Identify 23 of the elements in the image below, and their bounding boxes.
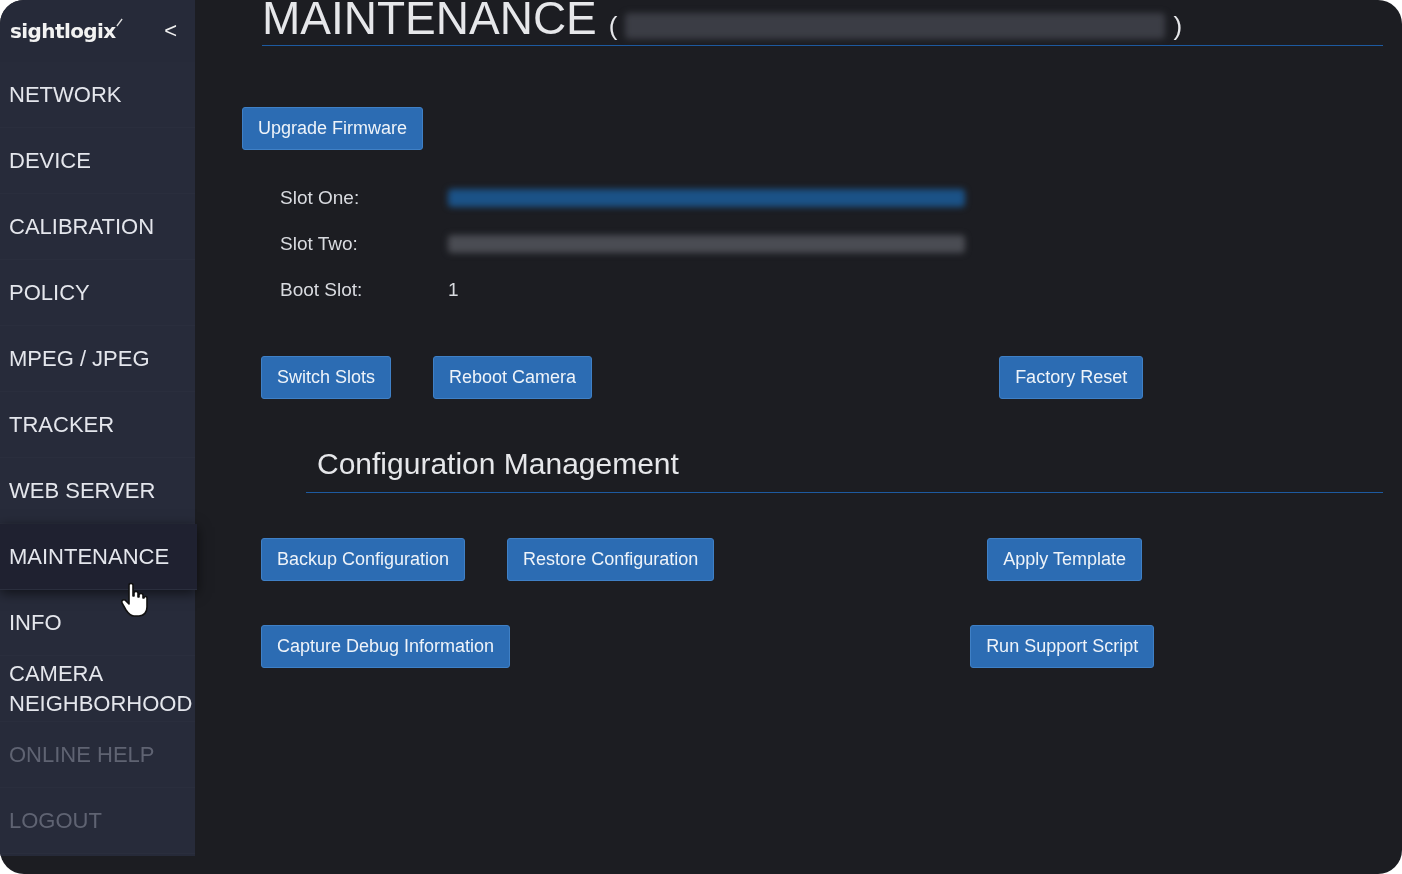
section-heading: Configuration Management (317, 447, 679, 480)
action-button[interactable]: Apply Template (987, 538, 1142, 581)
action-button[interactable]: Run Support Script (970, 625, 1155, 668)
action-button[interactable]: Capture Debug Information (261, 625, 511, 668)
action-button[interactable]: Factory Reset (999, 356, 1144, 399)
title-paren: ( (608, 11, 618, 41)
sidebar-item[interactable]: MAINTENANCE (0, 524, 197, 590)
action-button[interactable]: Switch Slots (261, 356, 392, 399)
slot-label: Boot Slot: (280, 277, 364, 302)
hand-cursor-icon (120, 582, 148, 618)
action-button[interactable]: Upgrade Firmware (242, 107, 424, 150)
blurred-link[interactable] (448, 189, 965, 207)
slot-label: Slot Two: (280, 231, 359, 256)
logo-text: sightlogix (10, 18, 116, 45)
page-title: MAINTENANCE (262, 0, 597, 41)
collapse-button[interactable]: < (162, 20, 179, 42)
action-button[interactable]: Backup Configuration (261, 538, 466, 581)
slot-label: Slot One: (280, 185, 361, 210)
slot-value: 1 (448, 277, 459, 302)
action-button[interactable]: Restore Configuration (507, 538, 715, 581)
logo-swoosh-icon (115, 18, 123, 27)
action-button[interactable]: Reboot Camera (433, 356, 593, 399)
title-paren: ) (1173, 11, 1183, 41)
